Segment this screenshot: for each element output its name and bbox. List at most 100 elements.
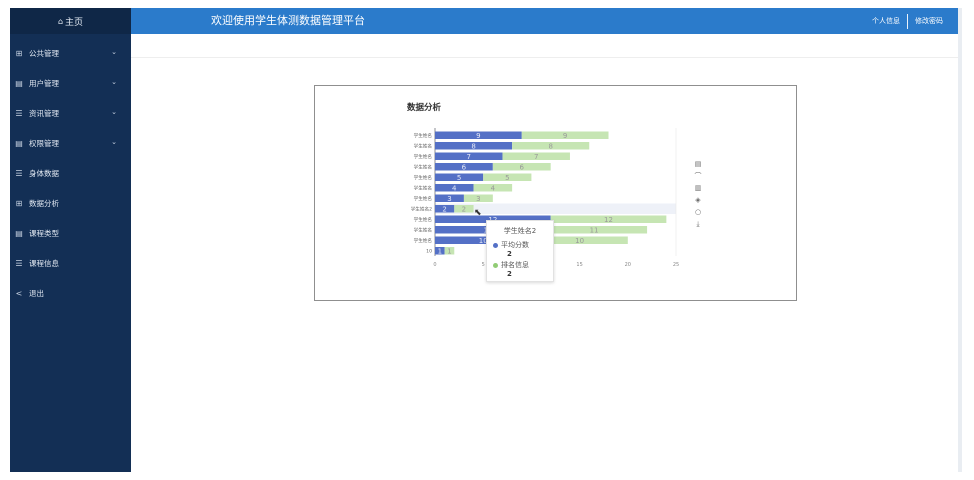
list-icon: ☰ (15, 168, 23, 178)
header-divider (907, 13, 908, 29)
data-view-icon[interactable]: ▤ (695, 158, 702, 170)
data-label: 8 (471, 143, 475, 151)
line-chart-icon[interactable]: ⌒ (695, 170, 702, 182)
sidebar-item-label: 课程信息 (29, 258, 59, 268)
data-label: 11 (590, 227, 599, 235)
home-icon: ⌂ (57, 16, 64, 26)
profile-link[interactable]: 个人信息 (865, 16, 907, 26)
data-label: 7 (467, 153, 471, 161)
data-label: 9 (476, 132, 480, 140)
grid-icon: ⊞ (15, 48, 23, 58)
sidebar-item-label: 数据分析 (29, 198, 59, 208)
share-icon: < (15, 288, 23, 298)
data-label: 6 (462, 164, 467, 172)
data-label: 3 (447, 195, 451, 203)
sidebar-item[interactable]: ☰ 资讯管理 ⌄ (10, 98, 131, 128)
series-dot-icon (493, 262, 498, 268)
data-label: 2 (462, 206, 466, 214)
sidebar-item-label: 权限管理 (29, 138, 59, 148)
list-icon: ☰ (15, 108, 23, 118)
category-label: 学生姓名 (414, 142, 432, 149)
tabs-strip (131, 34, 958, 58)
x-tick-label: 5 (482, 262, 485, 268)
data-label: 12 (604, 216, 613, 224)
sidebar-item[interactable]: ☰ 身体数据 (10, 158, 131, 188)
tooltip-row-avg: 平均分数 (493, 240, 547, 250)
category-label: 学生姓名 (414, 216, 432, 223)
category-label: 10 (426, 248, 432, 254)
sidebar-home-label: 主页 (65, 17, 84, 28)
sidebar-item-label: 退出 (29, 288, 44, 298)
sidebar-item[interactable]: ⊞ 数据分析 (10, 188, 131, 218)
restore-icon[interactable]: ○ (695, 206, 701, 218)
bar-chart-icon[interactable]: ▥ (695, 182, 702, 194)
series-dot-icon (493, 242, 498, 248)
header-links: 个人信息 修改密码 (865, 8, 950, 34)
list-icon: ☰ (15, 258, 23, 268)
data-label: 5 (457, 174, 461, 182)
sidebar-menu: ⊞ 公共管理 ⌄ ▤ 用户管理 ⌄ ☰ 资讯管理 ⌄ ▤ 权限管理 ⌄ ☰ 身体数据 ⊞ 数据分析 ▤ 课程类型 ☰… (10, 38, 131, 308)
chevron-down-icon: ⌄ (111, 78, 117, 86)
download-icon[interactable]: ⤓ (696, 218, 699, 230)
category-label: 学生姓名 (414, 226, 432, 233)
sidebar-home[interactable]: ⌂ 主页 (10, 8, 131, 34)
chevron-down-icon: ⌄ (111, 48, 117, 56)
tooltip-value: 2 (507, 250, 512, 258)
data-label: 8 (548, 143, 552, 151)
bar-chart: 998877665544332212121111101011 051015202… (411, 128, 679, 268)
chevron-down-icon: ⌄ (111, 138, 117, 146)
chevron-down-icon: ⌄ (111, 108, 117, 116)
change-password-link[interactable]: 修改密码 (908, 16, 950, 26)
app-root: ⌂ 主页 ⊞ 公共管理 ⌄ ▤ 用户管理 ⌄ ☰ 资讯管理 ⌄ ▤ 权限管理 ⌄ ☰ 身体数据 ⊞ 数据分析 ▤… (0, 0, 974, 480)
x-tick-label: 0 (433, 262, 436, 268)
data-label: 1 (438, 248, 442, 256)
scrollbar-track[interactable] (958, 8, 962, 472)
sidebar-item[interactable]: ▤ 权限管理 ⌄ (10, 128, 131, 158)
mouse-cursor-icon: ⬉ (474, 208, 482, 218)
category-label: 学生姓名 (414, 174, 432, 181)
category-label: 学生姓名 (414, 163, 432, 170)
doc-icon: ▤ (15, 138, 23, 148)
data-label: 4 (452, 185, 457, 193)
top-bar: 欢迎使用学生体测数据管理平台 个人信息 修改密码 (131, 8, 958, 34)
chart-toolbox: ▤ ⌒ ▥ ◈ ○ ⤓ (692, 158, 704, 230)
sidebar-item-label: 用户管理 (29, 78, 59, 88)
doc-icon: ▤ (15, 78, 23, 88)
sidebar-item-label: 资讯管理 (29, 108, 59, 118)
x-tick-label: 15 (576, 262, 582, 268)
stack-icon[interactable]: ◈ (695, 194, 700, 206)
sidebar-item[interactable]: ⊞ 公共管理 ⌄ (10, 38, 131, 68)
x-tick-label: 25 (673, 262, 679, 268)
chart-tooltip: 学生姓名2 平均分数 2 排名信息 2 (486, 220, 554, 282)
data-label: 4 (491, 185, 496, 193)
sidebar-item[interactable]: ☰ 课程信息 (10, 248, 131, 278)
sidebar-item-label: 身体数据 (29, 168, 59, 178)
category-label: 学生姓名 (414, 153, 432, 160)
tooltip-title: 学生姓名2 (503, 227, 537, 235)
data-label: 9 (563, 132, 567, 140)
category-label: 学生姓名 (414, 237, 432, 244)
data-label: 1 (447, 248, 451, 256)
data-label: 2 (442, 206, 446, 214)
category-label: 学生姓名 (414, 184, 432, 191)
page-title: 欢迎使用学生体测数据管理平台 (211, 14, 365, 27)
tooltip-value: 2 (507, 270, 512, 278)
category-label: 学生姓名2 (411, 205, 432, 212)
sidebar: ⌂ 主页 ⊞ 公共管理 ⌄ ▤ 用户管理 ⌄ ☰ 资讯管理 ⌄ ▤ 权限管理 ⌄ ☰ 身体数据 ⊞ 数据分析 ▤… (10, 8, 131, 472)
data-label: 7 (534, 153, 538, 161)
category-label: 学生姓名 (414, 195, 432, 202)
sidebar-item-label: 公共管理 (29, 48, 59, 58)
data-label: 10 (575, 237, 584, 245)
grid-icon: ⊞ (15, 198, 23, 208)
doc-icon: ▤ (15, 228, 23, 238)
x-tick-label: 20 (625, 262, 631, 268)
sidebar-item-label: 课程类型 (29, 228, 59, 238)
sidebar-item[interactable]: ▤ 用户管理 ⌄ (10, 68, 131, 98)
data-label: 6 (520, 164, 525, 172)
tooltip-row-rank: 排名信息 (493, 260, 547, 270)
data-label: 5 (505, 174, 509, 182)
tooltip-series-name: 平均分数 (501, 241, 529, 249)
sidebar-item[interactable]: ▤ 课程类型 (10, 218, 131, 248)
sidebar-item[interactable]: < 退出 (10, 278, 131, 308)
tooltip-series-name: 排名信息 (501, 261, 529, 269)
